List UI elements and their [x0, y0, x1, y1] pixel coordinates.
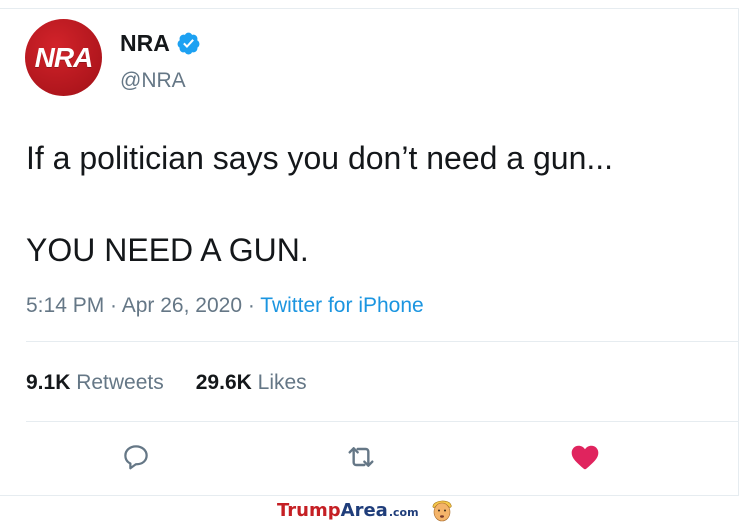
verified-badge-icon [177, 32, 200, 55]
like-button[interactable] [567, 439, 603, 475]
tweet-text: If a politician says you don’t need a gu… [26, 140, 614, 268]
meta-separator: · [242, 294, 261, 317]
retweets-stat[interactable]: 9.1K Retweets [26, 371, 164, 395]
retweet-button[interactable] [343, 439, 379, 475]
tweet-meta: 5:14 PM · Apr 26, 2020 · Twitter for iPh… [26, 294, 424, 318]
watermark-brand-trump: Trump [277, 499, 341, 521]
watermark-brand-com: .com [388, 505, 419, 519]
tweet-source-link[interactable]: Twitter for iPhone [260, 294, 423, 317]
likes-count: 29.6K [195, 371, 252, 394]
avatar-logo-text: NRA [34, 41, 94, 73]
heart-icon [571, 445, 599, 470]
meta-separator: · [104, 294, 122, 317]
likes-stat[interactable]: 29.6K Likes [196, 371, 307, 395]
retweets-count: 9.1K [26, 371, 71, 394]
tweet-stats: 9.1K Retweets 29.6K Likes [26, 371, 307, 395]
divider [26, 341, 738, 342]
display-name[interactable]: NRA [120, 30, 170, 57]
retweet-icon [348, 447, 374, 467]
user-handle[interactable]: @NRA [120, 69, 186, 93]
watermark: Trump Area .com [277, 497, 455, 523]
divider [26, 421, 738, 422]
tweet-card: NRA NRA @NRA If a politician says you do… [0, 8, 739, 496]
name-row: NRA [120, 30, 201, 57]
retweets-label: Retweets [76, 371, 164, 394]
avatar[interactable]: NRA [25, 19, 102, 96]
tweet-time[interactable]: 5:14 PM [26, 294, 104, 317]
reply-icon [124, 445, 148, 470]
trump-face-icon [432, 500, 452, 522]
tweet-actions [0, 439, 740, 479]
watermark-brand-area: Area [340, 499, 388, 521]
likes-label: Likes [257, 371, 307, 394]
reply-button[interactable] [118, 439, 154, 475]
tweet-date[interactable]: Apr 26, 2020 [122, 294, 242, 317]
